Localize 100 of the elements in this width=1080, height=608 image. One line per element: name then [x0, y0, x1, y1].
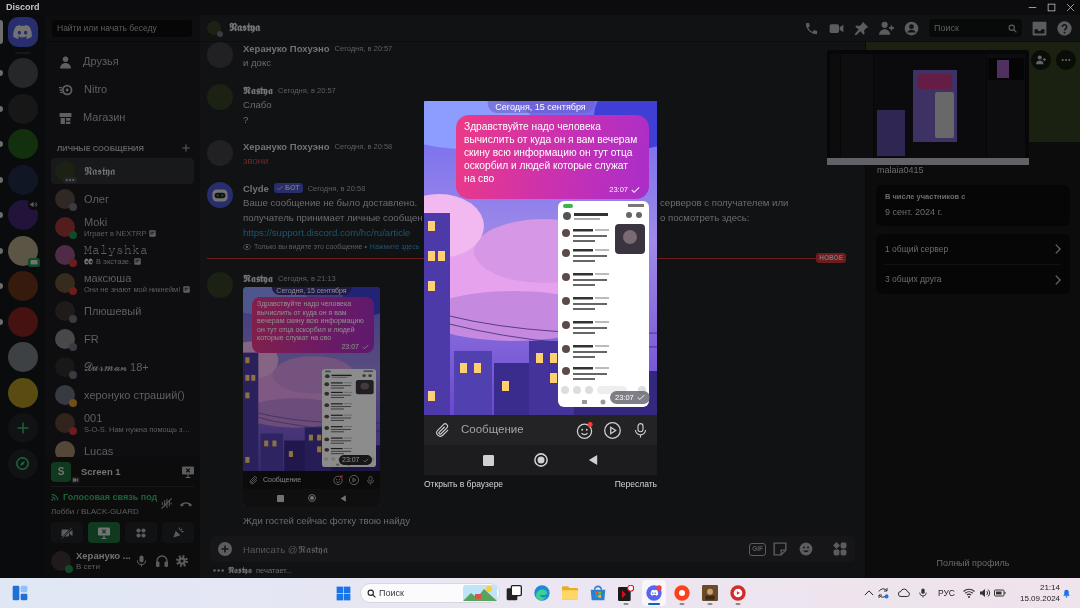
- dot-circle-icon: [674, 585, 690, 601]
- nav-item[interactable]: Друзья: [51, 49, 194, 75]
- monitor-x-icon[interactable]: [182, 466, 194, 478]
- discover-button[interactable]: [7, 448, 38, 479]
- search-field[interactable]: Найти или начать беседу: [52, 19, 192, 37]
- play-circle-icon: [604, 421, 621, 439]
- forward-link[interactable]: Переслать: [614, 478, 657, 490]
- camera-icon: [71, 476, 80, 484]
- circle-icon: [307, 494, 316, 502]
- paperclip-icon: [249, 475, 258, 485]
- swirl-circle-icon: [534, 585, 550, 601]
- server-icon[interactable]: [7, 377, 38, 408]
- folder-icon: [562, 585, 578, 601]
- shapes-grid-icon[interactable]: [833, 542, 847, 556]
- chevron-right-icon: [1055, 274, 1061, 285]
- message-input-field[interactable]: Сообщение: [461, 423, 576, 437]
- clock-time[interactable]: 21:14: [1020, 582, 1060, 593]
- dm-item[interactable]: FR: [51, 326, 194, 352]
- clock-date[interactable]: 15.09.2024: [1020, 593, 1060, 604]
- voice-channel: Лобби / BLACK-GUARD: [51, 505, 140, 518]
- maximize-icon: [1047, 3, 1056, 12]
- support-link[interactable]: https://support.discord.com/hc/ru/article: [243, 224, 411, 240]
- emoji-icon: [333, 475, 343, 485]
- gamepad-face-icon: [13, 25, 32, 39]
- dm-item[interactable]: 𝓓𝓾𝓻𝓶𝓪𝓷 18+: [51, 354, 194, 380]
- message-text: о посмотреть здесь:: [660, 210, 750, 225]
- user-status: В сети: [76, 562, 101, 572]
- volume-icon[interactable]: [979, 587, 991, 599]
- message-text: ?: [243, 112, 250, 127]
- language-indicator[interactable]: РУС: [937, 587, 955, 599]
- landscape-drawing: [463, 585, 497, 601]
- dm-item[interactable]: 𝕹𝖆𝖘𝖙𝖞𝖆: [51, 158, 194, 184]
- add-friend-button[interactable]: [1031, 50, 1051, 70]
- home-button[interactable]: [7, 17, 38, 47]
- signal-icon: [51, 492, 59, 501]
- add-server-button[interactable]: [7, 413, 38, 443]
- check-icon: [276, 185, 283, 191]
- server-icon[interactable]: [7, 235, 38, 266]
- bot-avatar-icon: [207, 181, 233, 208]
- microphone-icon: [366, 475, 375, 485]
- microphone-icon[interactable]: [917, 588, 928, 598]
- search-icon: [1008, 23, 1017, 33]
- voice-status: Голосовая связь под: [63, 490, 158, 503]
- inbox-icon[interactable]: [1032, 20, 1047, 36]
- voice-control-button[interactable]: [51, 522, 83, 543]
- stream-title: Screen 1: [81, 466, 121, 478]
- chevron-right-icon: [1055, 244, 1061, 254]
- full-profile-button[interactable]: Полный профиль: [866, 548, 1080, 578]
- author-name: 𝕹𝖆𝖘𝖙𝖞𝖆: [243, 272, 273, 285]
- voice-control-button[interactable]: [88, 522, 120, 543]
- chat-title: 𝕹𝖆𝖘𝖙𝖞𝖆: [229, 21, 260, 35]
- play-circle-icon: [730, 585, 746, 601]
- emoji-icon: [576, 421, 593, 439]
- voice-control-button[interactable]: [162, 522, 194, 543]
- back-triangle-icon: [587, 454, 599, 466]
- message-text: и докс: [243, 56, 273, 70]
- username: malaia0415: [877, 164, 925, 177]
- dm-item[interactable]: херонуко страший(): [51, 382, 194, 408]
- cloud-icon[interactable]: [897, 587, 910, 599]
- message-text: Слабо: [243, 97, 273, 112]
- chevron-up-icon[interactable]: [863, 588, 874, 598]
- monitor-x-icon: [98, 526, 110, 539]
- user-avatar[interactable]: [51, 551, 71, 571]
- slashed-waveform-icon[interactable]: [161, 498, 172, 509]
- mutuals-row[interactable]: 1 общий сервер: [885, 234, 1061, 264]
- user-circle-icon[interactable]: [904, 20, 919, 36]
- nav-item[interactable]: Nitro: [51, 77, 194, 103]
- plus-icon[interactable]: [182, 144, 190, 152]
- picture-tile-icon: [702, 585, 718, 601]
- emoji-icon[interactable]: [799, 542, 813, 556]
- stream-tile[interactable]: S: [51, 462, 71, 482]
- open-in-browser-link[interactable]: Открыть в браузере: [424, 478, 504, 490]
- headphones-icon[interactable]: [155, 555, 168, 567]
- more-button[interactable]: [1056, 50, 1076, 70]
- help-icon[interactable]: [1057, 20, 1072, 36]
- close-icon: [1066, 3, 1075, 12]
- dm-item[interactable]: Плюшевый: [51, 298, 194, 324]
- settings-icon[interactable]: [176, 555, 188, 567]
- dm-item[interactable]: Олег: [51, 186, 194, 212]
- server-icon[interactable]: [7, 342, 38, 372]
- circle-icon: [533, 453, 548, 467]
- pin-icon[interactable]: [854, 20, 869, 36]
- message-text: звони: [243, 154, 270, 168]
- nav-item[interactable]: Магазин: [51, 105, 194, 131]
- add-friend-icon[interactable]: [879, 20, 894, 36]
- wifi-icon[interactable]: [963, 587, 975, 599]
- paperclip-icon: [435, 422, 450, 438]
- bell-icon[interactable]: [1062, 588, 1071, 598]
- author-name: Херануко Похуэно: [243, 42, 330, 55]
- voice-control-button[interactable]: [125, 522, 157, 543]
- date-chip: Сегодня, 15 сентября: [487, 101, 594, 113]
- message-field[interactable]: Написать @𝕹𝖆𝖘𝖙𝖞𝖆: [243, 540, 750, 558]
- battery-icon[interactable]: [994, 587, 1006, 599]
- search-field[interactable]: Поиск: [929, 19, 1022, 37]
- phone-icon[interactable]: [804, 20, 819, 36]
- gamepad-face-icon: [646, 585, 662, 601]
- plus-circle-icon[interactable]: [218, 542, 232, 556]
- mutuals-row[interactable]: 3 общих друга: [885, 264, 1061, 294]
- sync-icon[interactable]: [876, 587, 889, 599]
- folded-note-icon[interactable]: [773, 542, 787, 556]
